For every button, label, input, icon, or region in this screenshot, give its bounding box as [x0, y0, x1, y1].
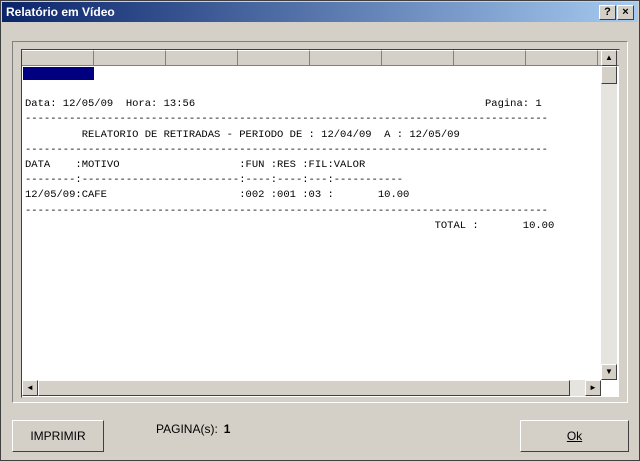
close-button[interactable]: ×	[617, 5, 634, 20]
report-text: Data: 12/05/09 Hora: 13:56 Pagina: 1 ----…	[25, 82, 554, 264]
vertical-scroll-thumb[interactable]	[601, 66, 617, 84]
report-viewer[interactable]: Data: 12/05/09 Hora: 13:56 Pagina: 1 ----…	[21, 49, 620, 398]
grid-header-cell[interactable]	[94, 50, 166, 66]
grid-header-cell[interactable]	[454, 50, 526, 66]
grid-header-cell[interactable]	[382, 50, 454, 66]
help-button[interactable]: ?	[599, 5, 616, 20]
report-line: ----------------------------------------…	[25, 143, 548, 156]
report-line: DATA :MOTIVO :FUN :RES :FIL:VALOR	[25, 159, 366, 172]
report-window: Relatório em Vídeo ? × Data: 12/05/09 Ho…	[0, 0, 640, 461]
grid-header-cell[interactable]	[310, 50, 382, 66]
title-bar: Relatório em Vídeo ? ×	[2, 2, 638, 22]
report-line: Data: 12/05/09 Hora: 13:56 Pagina: 1	[25, 98, 542, 111]
report-line: 12/05/09:CAFE :002 :001 :03 : 10.00	[25, 189, 410, 202]
scroll-left-arrow-icon[interactable]: ◄	[22, 380, 38, 396]
horizontal-scrollbar[interactable]: ◄ ►	[22, 380, 601, 396]
grid-header-cell[interactable]	[22, 50, 94, 66]
page-count-label: PAGINA(s):	[156, 422, 218, 436]
report-line: RELATORIO DE RETIRADAS - PERIODO DE : 12…	[25, 128, 460, 141]
horizontal-scroll-thumb[interactable]	[38, 380, 570, 396]
page-count: PAGINA(s): 1	[156, 422, 230, 436]
report-line: ----------------------------------------…	[25, 204, 548, 217]
scroll-down-arrow-icon[interactable]: ▼	[601, 364, 617, 380]
selected-cell[interactable]	[23, 67, 94, 80]
grid-header-cell[interactable]	[238, 50, 310, 66]
ok-button[interactable]: Ok	[520, 420, 629, 452]
print-button[interactable]: IMPRIMIR	[12, 420, 104, 452]
report-line: TOTAL : 10.00	[25, 219, 555, 232]
window-title: Relatório em Vídeo	[6, 5, 115, 19]
page-count-value: 1	[223, 422, 231, 436]
grid-header	[22, 50, 619, 66]
vertical-scrollbar[interactable]: ▲ ▼	[601, 50, 617, 380]
scroll-right-arrow-icon[interactable]: ►	[585, 380, 601, 396]
scroll-up-arrow-icon[interactable]: ▲	[601, 50, 617, 66]
report-line: ----------------------------------------…	[25, 113, 548, 126]
grid-header-cell[interactable]	[526, 50, 598, 66]
grid-header-cell[interactable]	[166, 50, 238, 66]
report-line: --------:-------------------------:----:…	[25, 174, 404, 187]
